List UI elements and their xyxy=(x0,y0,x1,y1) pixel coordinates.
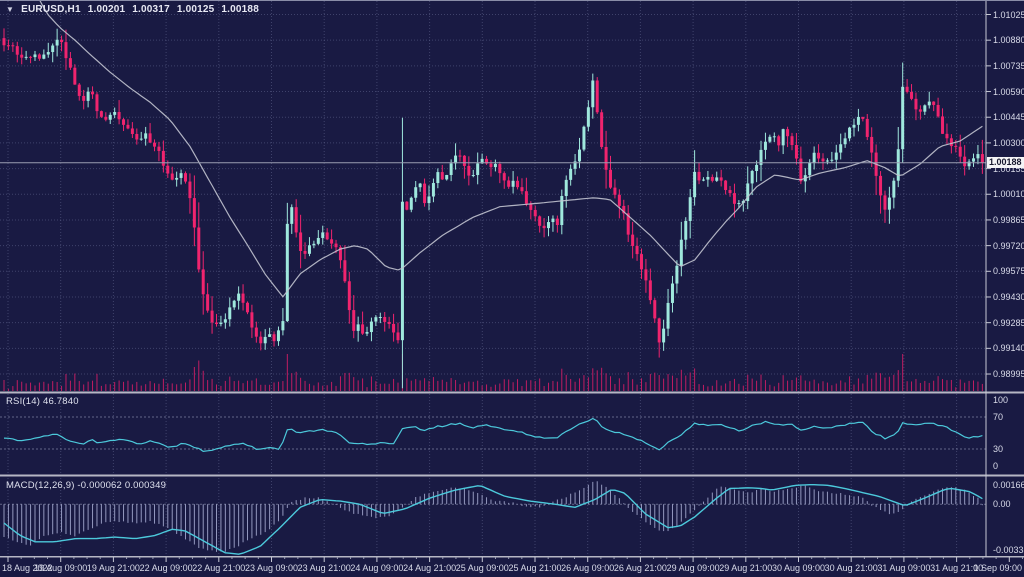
time-axis-label: 26 Aug 21:00 xyxy=(614,563,667,573)
price-axis-label: 1.00300 xyxy=(993,138,1024,148)
price-axis[interactable]: 1.01025 1.00880 1.00735 1.00590 1.00445 1.003… xyxy=(986,1,1024,557)
rsi-axis-label: 70 xyxy=(993,412,1003,422)
time-axis-label: 30 Aug 21:00 xyxy=(825,563,878,573)
time-axis-label: 22 Aug 09:00 xyxy=(140,563,193,573)
price-axis-label: 1.00735 xyxy=(993,61,1024,71)
chart-dropdown-icon[interactable]: ▼ xyxy=(6,5,14,14)
ohlc-high: 1.00317 xyxy=(132,4,170,15)
price-axis-label: 1.00445 xyxy=(993,112,1024,122)
time-axis-label: 29 Aug 09:00 xyxy=(667,563,720,573)
time-axis-label: 29 Aug 21:00 xyxy=(719,563,772,573)
mt4-chart-window: ▼ EURUSD,H1 1.00201 1.00317 1.00125 1.00… xyxy=(0,0,1024,577)
time-axis-label: 19 Aug 21:00 xyxy=(87,563,140,573)
time-axis-label: 19 Aug 09:00 xyxy=(34,563,87,573)
price-axis-label: 1.00010 xyxy=(993,189,1024,199)
price-axis-label: 0.99430 xyxy=(993,292,1024,302)
time-axis-label: 22 Aug 21:00 xyxy=(192,563,245,573)
current-price-tag: 1.00188 xyxy=(987,157,1024,168)
ohlc-close: 1.00188 xyxy=(221,4,259,15)
time-axis-label: 31 Aug 09:00 xyxy=(877,563,930,573)
price-axis-label: 0.99575 xyxy=(993,266,1024,276)
time-axis-label: 1 Sep 09:00 xyxy=(973,563,1022,573)
rsi-indicator-label: RSI(14) 46.7840 xyxy=(6,396,79,407)
rsi-axis-label: 0 xyxy=(993,461,998,471)
time-axis[interactable]: 18 Aug 202219 Aug 09:0019 Aug 21:0022 Au… xyxy=(0,558,1024,577)
rsi-axis-label: 100 xyxy=(993,395,1008,405)
price-axis-label: 0.99285 xyxy=(993,318,1024,328)
ohlc-low: 1.00125 xyxy=(177,4,215,15)
price-axis-label: 0.99140 xyxy=(993,343,1024,353)
chart-symbol-period: EURUSD,H1 xyxy=(21,4,81,15)
time-axis-label: 26 Aug 09:00 xyxy=(561,563,614,573)
price-axis-label: 1.00880 xyxy=(993,35,1024,45)
price-axis-label: 1.01025 xyxy=(993,10,1024,20)
time-axis-label: 30 Aug 09:00 xyxy=(772,563,825,573)
time-axis-label: 25 Aug 21:00 xyxy=(508,563,561,573)
price-axis-label: 0.99720 xyxy=(993,241,1024,251)
ohlc-open: 1.00201 xyxy=(88,4,126,15)
price-axis-label: 0.98995 xyxy=(993,369,1024,379)
macd-indicator-label: MACD(12,26,9) -0.000062 0.000349 xyxy=(6,480,166,491)
chart-title-bar: ▼ EURUSD,H1 1.00201 1.00317 1.00125 1.00… xyxy=(6,4,259,15)
time-axis-label: 24 Aug 21:00 xyxy=(403,563,456,573)
macd-axis-label: 0.00 xyxy=(993,499,1011,509)
price-axis-label: 0.99865 xyxy=(993,215,1024,225)
macd-axis-label: -0.003383 xyxy=(993,545,1024,555)
time-axis-label: 23 Aug 09:00 xyxy=(245,563,298,573)
time-axis-label: 23 Aug 21:00 xyxy=(298,563,351,573)
macd-axis-label: 0.001663 xyxy=(993,480,1024,490)
price-axis-label: 1.00590 xyxy=(993,87,1024,97)
time-axis-label: 24 Aug 09:00 xyxy=(350,563,403,573)
rsi-axis-label: 30 xyxy=(993,444,1003,454)
time-axis-label: 25 Aug 09:00 xyxy=(456,563,509,573)
